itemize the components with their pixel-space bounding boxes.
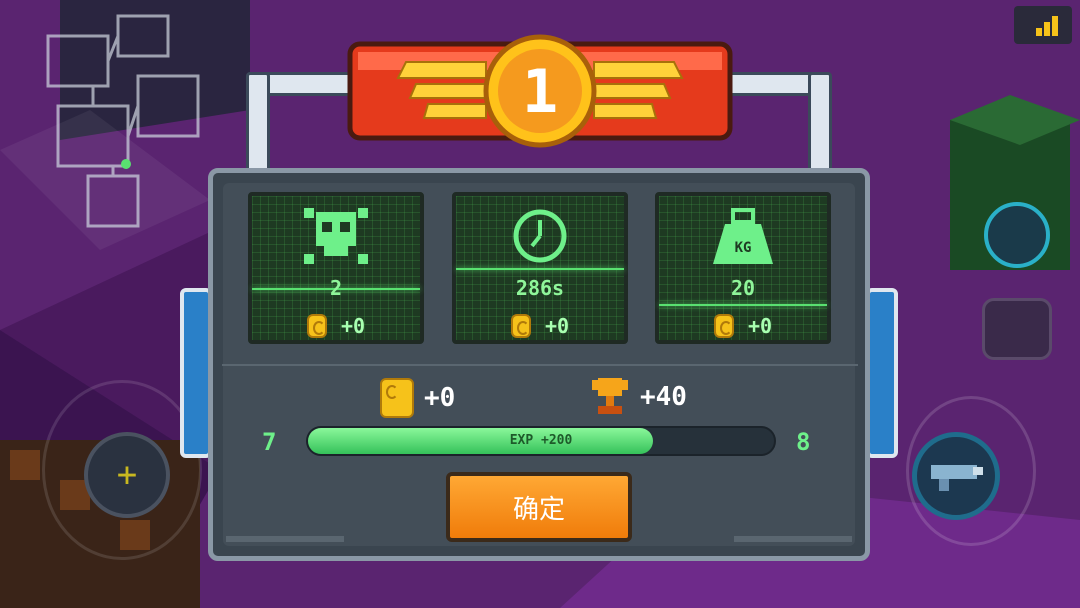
total-trophy-value: +40 bbox=[640, 382, 687, 412]
skull-icon bbox=[304, 208, 368, 264]
gun-icon bbox=[931, 465, 983, 491]
weight-reward: +0 bbox=[659, 314, 827, 338]
right-pipe-vertical bbox=[808, 72, 832, 176]
empty-slot bbox=[982, 298, 1052, 360]
trophy-icon bbox=[592, 378, 628, 414]
joystick-knob[interactable]: + bbox=[84, 432, 170, 518]
weight-icon bbox=[713, 208, 773, 264]
skill-button[interactable] bbox=[984, 202, 1050, 268]
level-current: 7 bbox=[262, 428, 277, 456]
rank-number: 1 bbox=[521, 57, 559, 127]
coin-icon bbox=[713, 314, 734, 338]
confirm-button[interactable]: 确定 bbox=[446, 472, 632, 542]
coin-icon bbox=[510, 314, 531, 338]
signal-icon[interactable] bbox=[1014, 6, 1072, 44]
exp-label: EXP +200 bbox=[509, 433, 573, 448]
clock-icon bbox=[513, 209, 567, 263]
time-stat: 286s bbox=[515, 276, 565, 300]
right-side-clamp bbox=[866, 288, 898, 458]
coin-icon bbox=[306, 314, 327, 338]
panel-divider bbox=[222, 364, 858, 366]
kills-stat: 2 bbox=[329, 276, 343, 300]
kills-reward: +0 bbox=[252, 314, 420, 338]
level-next: 8 bbox=[796, 428, 811, 456]
minimap[interactable] bbox=[28, 6, 228, 256]
time-card: 286s +0 bbox=[452, 192, 628, 344]
left-pipe-vertical bbox=[246, 72, 270, 176]
weapon-button[interactable] bbox=[912, 432, 1000, 520]
weight-card: KG 20 +0 bbox=[655, 192, 831, 344]
time-reward: +0 bbox=[456, 314, 624, 338]
total-coins-value: +0 bbox=[424, 383, 456, 413]
footer-stripe-right bbox=[734, 536, 852, 542]
weight-unit-label: KG bbox=[734, 240, 752, 256]
total-coins: +0 bbox=[380, 378, 455, 418]
exp-bar: EXP +200 bbox=[306, 426, 776, 456]
footer-stripe-left bbox=[226, 536, 344, 542]
total-trophy: +40 bbox=[590, 376, 687, 418]
kills-coin-value: +0 bbox=[340, 314, 366, 338]
coin-icon bbox=[380, 378, 414, 418]
weight-stat: 20 bbox=[730, 276, 756, 300]
kills-card: 2 +0 bbox=[248, 192, 424, 344]
weight-coin-value: +0 bbox=[747, 314, 773, 338]
time-coin-value: +0 bbox=[544, 314, 570, 338]
